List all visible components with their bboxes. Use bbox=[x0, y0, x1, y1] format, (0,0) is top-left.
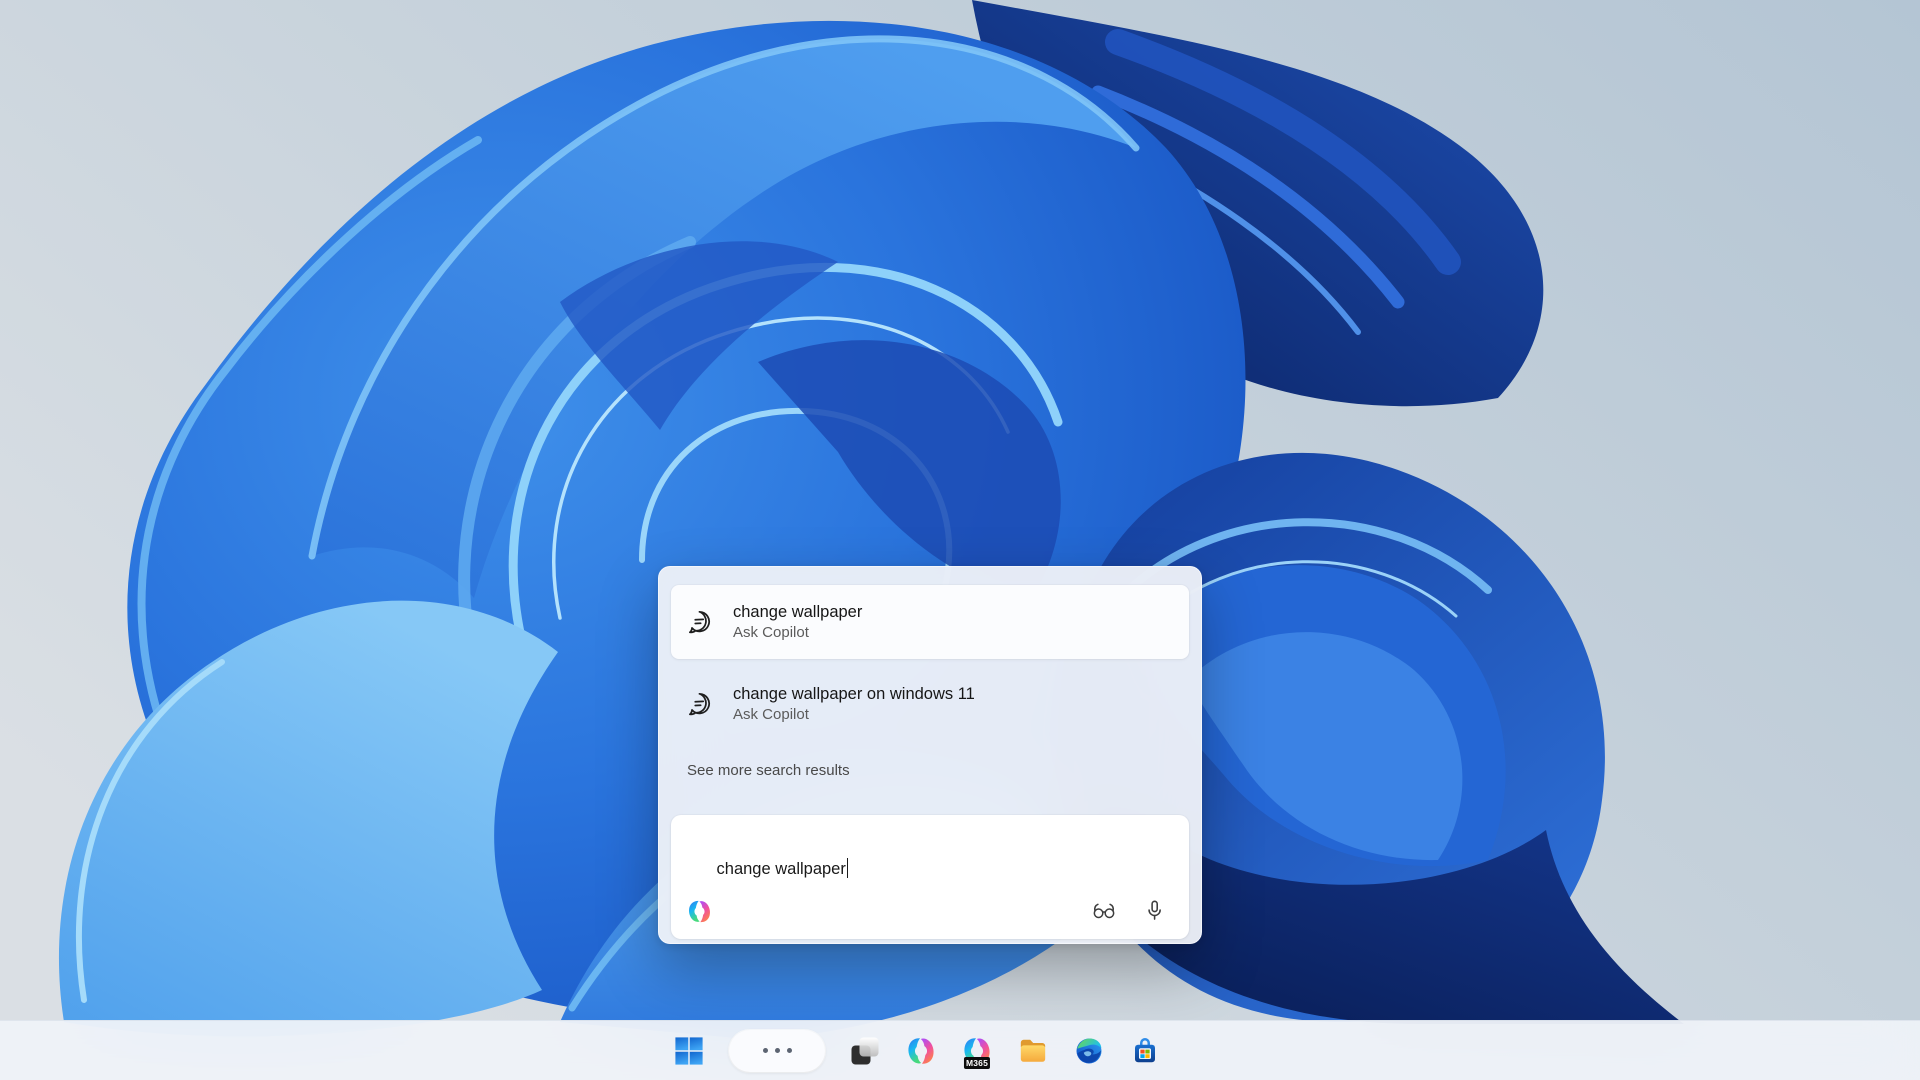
text-caret bbox=[847, 858, 849, 878]
suggestion-title: change wallpaper on windows 11 bbox=[733, 683, 975, 705]
microsoft-store-button[interactable] bbox=[1129, 1035, 1161, 1067]
m365-copilot-button[interactable]: M365 bbox=[961, 1035, 993, 1067]
file-explorer-icon bbox=[1018, 1036, 1048, 1066]
see-more-search-results-link[interactable]: See more search results bbox=[687, 761, 850, 781]
suggestion-item[interactable]: change wallpaper Ask Copilot bbox=[671, 585, 1189, 659]
task-view-icon bbox=[850, 1036, 880, 1066]
file-explorer-button[interactable] bbox=[1017, 1035, 1049, 1067]
taskbar: M365 bbox=[0, 1020, 1920, 1080]
ellipsis-dot bbox=[775, 1048, 780, 1053]
copilot-logo-icon bbox=[687, 899, 712, 924]
edge-icon bbox=[1074, 1036, 1104, 1066]
suggestion-title: change wallpaper bbox=[733, 601, 862, 623]
copilot-button[interactable] bbox=[905, 1035, 937, 1067]
ellipsis-dot bbox=[787, 1048, 792, 1053]
search-input[interactable]: change wallpaper bbox=[671, 815, 1189, 939]
microphone-icon[interactable] bbox=[1142, 898, 1167, 923]
search-input-value: change wallpaper bbox=[717, 860, 846, 878]
search-flyout: change wallpaper Ask Copilot change wall… bbox=[658, 566, 1202, 944]
ellipsis-dot bbox=[763, 1048, 768, 1053]
suggestion-subtitle: Ask Copilot bbox=[733, 623, 862, 643]
start-button[interactable] bbox=[673, 1035, 705, 1067]
copilot-icon bbox=[906, 1036, 936, 1066]
edge-button[interactable] bbox=[1073, 1035, 1105, 1067]
copilot-chat-bubble-icon bbox=[685, 690, 713, 718]
suggestion-subtitle: Ask Copilot bbox=[733, 705, 975, 725]
microsoft-store-icon bbox=[1130, 1036, 1160, 1066]
task-view-button[interactable] bbox=[849, 1035, 881, 1067]
m365-badge: M365 bbox=[964, 1057, 990, 1069]
glasses-icon[interactable] bbox=[1091, 897, 1117, 923]
copilot-chat-bubble-icon bbox=[685, 608, 713, 636]
search-box-pill[interactable] bbox=[729, 1030, 825, 1072]
suggestion-item[interactable]: change wallpaper on windows 11 Ask Copil… bbox=[671, 667, 1189, 741]
windows-start-icon bbox=[674, 1036, 704, 1066]
taskbar-icon-group: M365 bbox=[673, 1021, 1161, 1080]
